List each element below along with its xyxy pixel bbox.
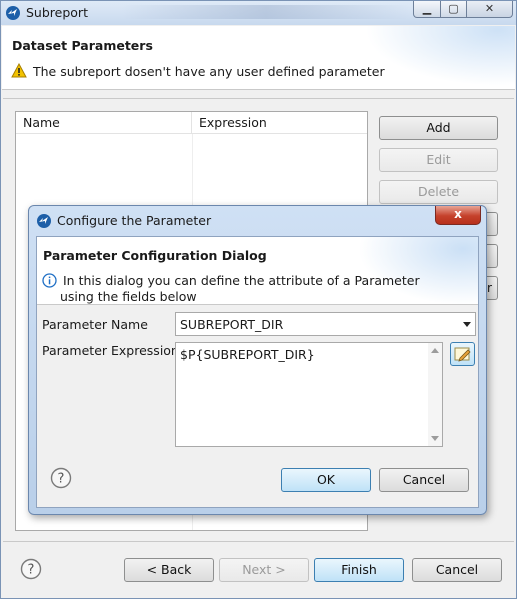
header-message: The subreport dosen't have any user defi… (33, 64, 385, 79)
jaspersoft-logo-icon (37, 214, 51, 228)
help-question-icon[interactable]: ? (20, 558, 42, 580)
dialog-body: Parameter Configuration Dialog In this d… (36, 236, 479, 508)
warning-triangle-icon (11, 63, 27, 78)
header-decoration (365, 26, 515, 86)
chevron-down-icon[interactable] (463, 322, 471, 327)
dialog-header: Parameter Configuration Dialog In this d… (37, 237, 478, 305)
column-header-expression[interactable]: Expression (192, 112, 367, 134)
partial-button-label: r (487, 281, 492, 295)
edit-button[interactable]: Edit (379, 148, 498, 172)
close-icon: x (454, 207, 462, 221)
separator (3, 98, 514, 99)
wizard-header: Dataset Parameters The subreport dosen't… (2, 26, 515, 90)
dialog-close-button[interactable]: x (435, 206, 481, 225)
configure-parameter-dialog: Configure the Parameter x Parameter Conf… (28, 205, 487, 515)
expression-editor-button[interactable] (450, 342, 475, 366)
info-line-1: In this dialog you can define the attrib… (63, 273, 420, 288)
dialog-info-message: In this dialog you can define the attrib… (60, 273, 433, 304)
parameter-name-value: SUBREPORT_DIR (180, 317, 284, 332)
add-button[interactable]: Add (379, 116, 498, 140)
minimize-button[interactable]: ▁ (413, 1, 441, 18)
hidden-side-button[interactable] (487, 244, 498, 268)
expression-scrollbar[interactable] (428, 343, 442, 446)
parameter-expression-label: Parameter Expression (42, 343, 179, 358)
dialog-cancel-button[interactable]: Cancel (379, 468, 469, 492)
parameter-expression-value: $P{SUBREPORT_DIR} (180, 347, 315, 362)
hidden-side-button[interactable] (487, 212, 498, 236)
window-title: Subreport (26, 5, 88, 20)
maximize-button[interactable]: ▢ (440, 1, 467, 18)
help-question-icon[interactable]: ? (50, 467, 72, 489)
delete-button[interactable]: Delete (379, 180, 498, 204)
cancel-button[interactable]: Cancel (412, 558, 502, 582)
minimize-icon: ▁ (422, 2, 432, 15)
finish-button[interactable]: Finish (314, 558, 404, 582)
svg-text:?: ? (58, 472, 65, 487)
separator (3, 541, 514, 542)
window-titlebar[interactable]: Subreport ▁ ▢ ✕ (1, 1, 516, 25)
info-icon (42, 273, 57, 288)
svg-text:?: ? (28, 563, 35, 578)
dialog-heading: Parameter Configuration Dialog (43, 248, 267, 263)
parameter-name-combo[interactable]: SUBREPORT_DIR (175, 312, 476, 336)
scroll-up-icon[interactable] (431, 348, 439, 353)
scroll-down-icon[interactable] (431, 436, 439, 441)
ok-button[interactable]: OK (281, 468, 371, 492)
info-line-2: using the fields below (60, 289, 197, 304)
close-icon: ✕ (484, 2, 495, 15)
next-button[interactable]: Next > (219, 558, 309, 582)
pencil-edit-icon (454, 347, 471, 362)
parameter-expression-field[interactable]: $P{SUBREPORT_DIR} (175, 342, 443, 447)
hidden-side-button[interactable]: r (487, 276, 498, 300)
column-header-name[interactable]: Name (16, 112, 192, 134)
close-button[interactable]: ✕ (466, 1, 513, 18)
titlebar-blur (121, 5, 411, 19)
jaspersoft-logo-icon (6, 6, 20, 20)
page-title: Dataset Parameters (12, 38, 153, 53)
back-button[interactable]: < Back (124, 558, 214, 582)
maximize-icon: ▢ (448, 2, 459, 15)
dialog-title: Configure the Parameter (57, 213, 212, 228)
parameter-name-label: Parameter Name (42, 317, 148, 332)
